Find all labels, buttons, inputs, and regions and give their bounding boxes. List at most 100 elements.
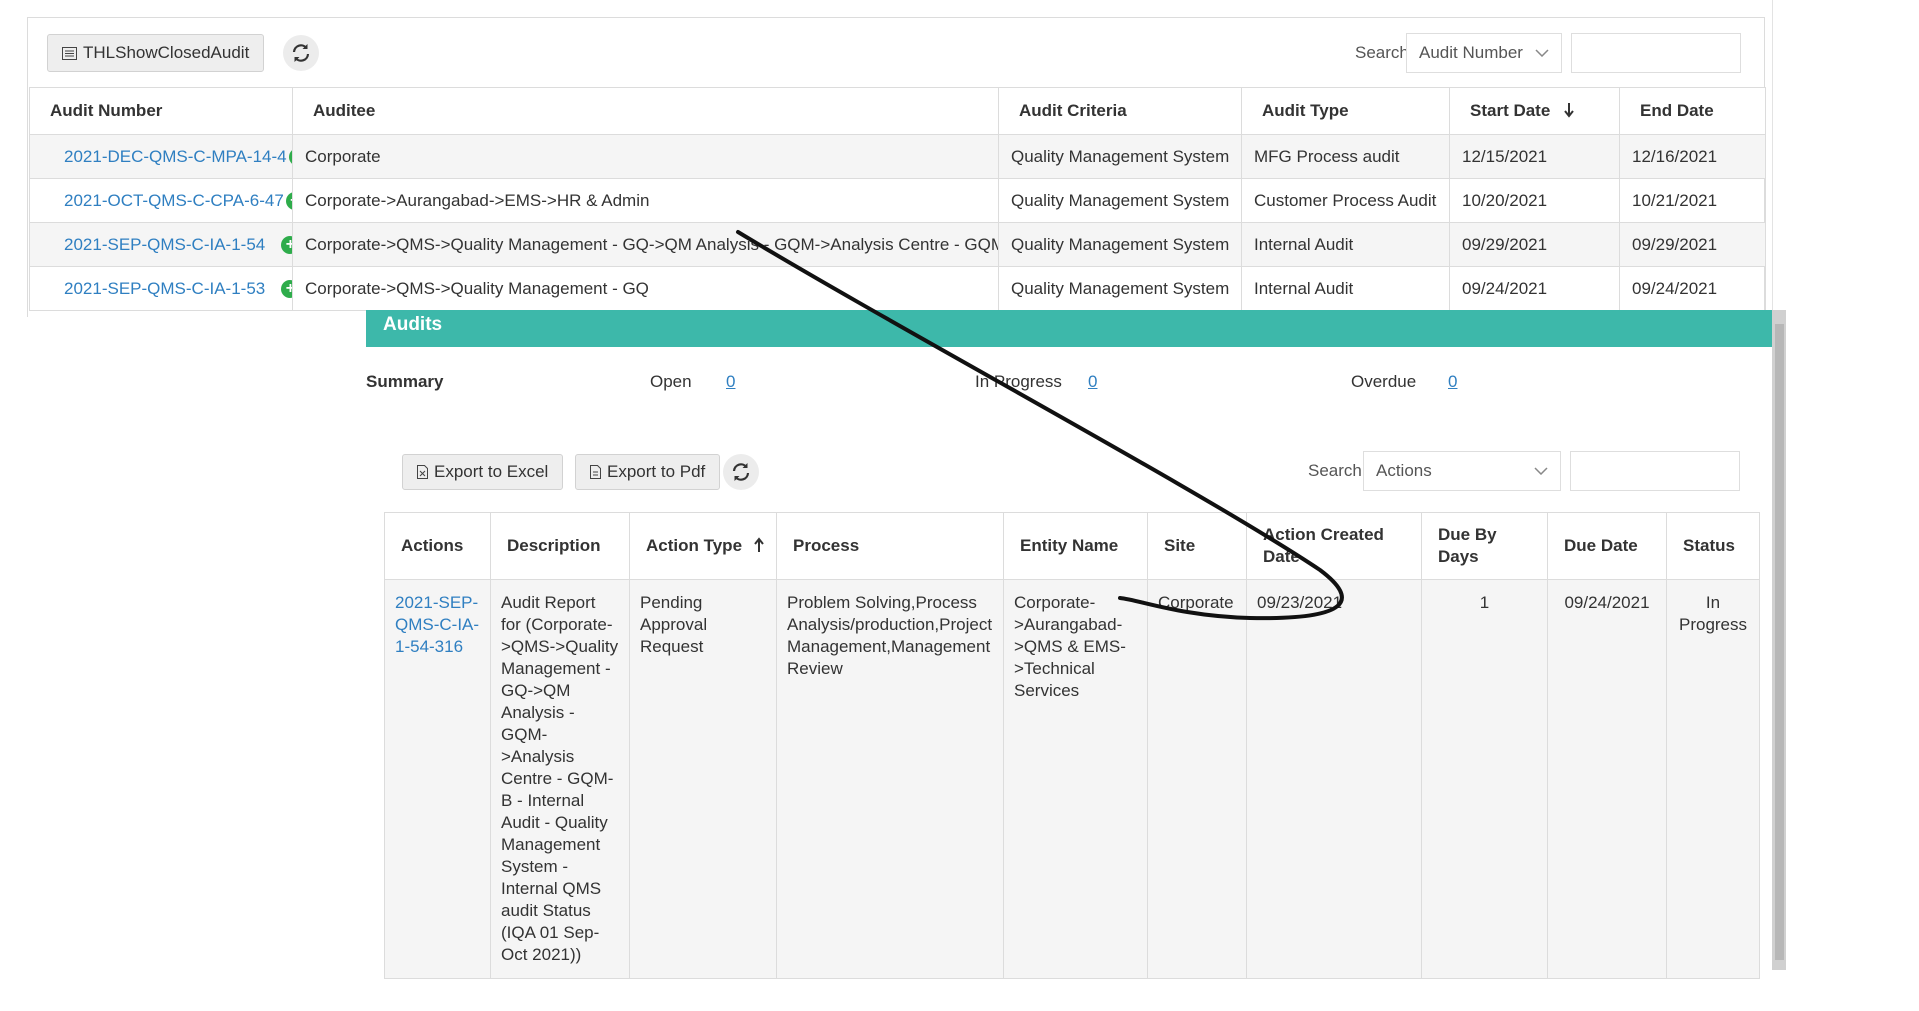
audit-type-cell: Internal Audit [1241,222,1450,267]
end-date-cell: 12/16/2021 [1619,134,1766,179]
chevron-down-icon [1535,49,1549,57]
column-header-action-created-date[interactable]: Action Created Date [1246,512,1422,580]
export-pdf-button[interactable]: Export to Pdf [575,454,721,490]
overdue-count-link[interactable]: 0 [1448,372,1457,392]
column-header-due-by-days[interactable]: Due By Days [1421,512,1548,580]
audit-number-link[interactable]: 2021-SEP-QMS-C-IA-1-54 [64,235,265,254]
column-header-due-date[interactable]: Due Date [1547,512,1667,580]
arrow-up-icon [753,537,764,552]
process-cell: Problem Solving,Process Analysis/product… [776,579,1004,979]
export-pdf-label: Export to Pdf [607,462,706,481]
auditee-cell: Corporate [292,134,999,179]
column-header-process[interactable]: Process [776,512,1004,580]
add-circle-icon[interactable]: + [281,236,292,255]
column-header-action-type[interactable]: Action Type [629,512,777,580]
summary-label: Summary [366,372,444,391]
actions-grid-panel: Export to Excel Export to Pdf Search Act… [384,430,1772,979]
search-field-value: Actions [1376,461,1432,480]
inprogress-count-link[interactable]: 0 [1088,372,1097,392]
audit-table: Audit Number Auditee Audit Criteria Audi… [29,87,1766,311]
audit-type-cell: MFG Process audit [1241,134,1450,179]
end-date-cell: 09/29/2021 [1619,222,1766,267]
audit-type-cell: Internal Audit [1241,266,1450,311]
export-excel-label: Export to Excel [434,462,549,481]
due-by-days-cell: 1 [1421,579,1548,979]
search-field-select[interactable]: Audit Number [1406,33,1562,73]
end-date-cell: 10/21/2021 [1619,178,1766,223]
column-header-entity-name[interactable]: Entity Name [1003,512,1148,580]
table-header-row: Audit Number Auditee Audit Criteria Audi… [29,87,1766,135]
column-header-status[interactable]: Status [1666,512,1760,580]
table-row: 2021-SEP-QMS-C-IA-1-54 + Corporate->QMS-… [29,222,1766,267]
add-circle-icon[interactable]: + [281,280,292,299]
arrow-down-icon [1564,103,1574,118]
table-row: 2021-OCT-QMS-C-CPA-6-47+ Corporate->Aura… [29,178,1766,223]
end-date-cell: 09/24/2021 [1619,266,1766,311]
chevron-down-icon [1534,467,1548,475]
dialog-title: Audits [383,314,443,335]
search-label: Search [1355,43,1409,62]
search-input[interactable] [1570,451,1740,491]
add-circle-icon[interactable]: + [285,192,292,211]
show-closed-audit-label: THLShowClosedAudit [83,43,250,62]
audit-number-link[interactable]: 2021-DEC-QMS-C-MPA-14-4 [64,147,287,166]
table-row: 2021-DEC-QMS-C-MPA-14-4+ Corporate Quali… [29,134,1766,179]
status-cell: In Progress [1666,579,1760,979]
audit-criteria-cell: Quality Management System [998,222,1242,267]
summary-bar: Summary Open 0 In Progress 0 Overdue 0 [366,347,1772,403]
open-label: Open [650,372,692,391]
description-cell: Audit Report for (Corporate->QMS->Qualit… [490,579,630,979]
start-date-cell: 10/20/2021 [1449,178,1620,223]
refresh-icon [292,44,310,62]
audits-dialog: Audits Summary Open 0 In Progress 0 Over… [366,310,1786,979]
dialog-scrollbar-thumb[interactable] [1775,324,1784,960]
start-date-cell: 09/24/2021 [1449,266,1620,311]
audit-type-cell: Customer Process Audit [1241,178,1450,223]
overdue-label: Overdue [1351,372,1417,391]
search-label: Search [1308,461,1362,480]
column-header-audit-type[interactable]: Audit Type [1241,87,1450,135]
column-header-auditee[interactable]: Auditee [292,87,999,135]
audit-criteria-cell: Quality Management System [998,266,1242,311]
site-cell: Corporate [1147,579,1247,979]
refresh-icon [732,463,750,481]
column-header-audit-number[interactable]: Audit Number [29,87,293,135]
export-excel-button[interactable]: Export to Excel [402,454,564,490]
table-row: 2021-SEP-QMS-C-IA-1-54-316 Audit Report … [384,579,1760,979]
auditee-cell: Corporate->QMS->Quality Management - GQ [292,266,999,311]
file-excel-icon [417,465,428,479]
column-header-site[interactable]: Site [1147,512,1247,580]
audit-grid-panel: THLShowClosedAudit Search Audit Number A… [27,17,1766,317]
start-date-cell: 12/15/2021 [1449,134,1620,179]
list-icon [62,46,77,60]
action-link[interactable]: 2021-SEP-QMS-C-IA-1-54-316 [395,593,479,656]
audit-criteria-cell: Quality Management System [998,134,1242,179]
table-header-row: Actions Description Action Type Process … [384,512,1760,580]
column-header-description[interactable]: Description [490,512,630,580]
table-row: 2021-SEP-QMS-C-IA-1-53 + Corporate->QMS-… [29,266,1766,311]
column-header-start-date[interactable]: Start Date [1449,87,1620,135]
column-header-audit-criteria[interactable]: Audit Criteria [998,87,1242,135]
action-type-cell: Pending Approval Request [629,579,777,979]
column-header-end-date[interactable]: End Date [1619,87,1766,135]
open-count-link[interactable]: 0 [726,372,735,392]
inprogress-label: In Progress [975,372,1062,391]
due-date-cell: 09/24/2021 [1547,579,1667,979]
start-date-cell: 09/29/2021 [1449,222,1620,267]
panel-edge-divider [1772,0,1773,318]
entity-name-cell: Corporate->Aurangabad->QMS & EMS->Techni… [1003,579,1148,979]
search-field-select[interactable]: Actions [1363,451,1561,491]
audit-number-link[interactable]: 2021-OCT-QMS-C-CPA-6-47 [64,191,284,210]
search-input[interactable] [1571,33,1741,73]
audit-number-link[interactable]: 2021-SEP-QMS-C-IA-1-53 [64,279,265,298]
column-header-actions[interactable]: Actions [384,512,491,580]
refresh-button[interactable] [283,35,319,71]
add-circle-icon[interactable]: + [288,148,292,167]
actions-table: Actions Description Action Type Process … [384,512,1760,979]
refresh-button[interactable] [723,454,759,490]
file-pdf-icon [590,465,601,479]
action-created-date-cell: 09/23/2021 [1246,579,1422,979]
auditee-cell: Corporate->QMS->Quality Management - GQ-… [292,222,999,267]
dialog-header: Audits [366,310,1772,347]
show-closed-audit-button[interactable]: THLShowClosedAudit [47,34,265,72]
